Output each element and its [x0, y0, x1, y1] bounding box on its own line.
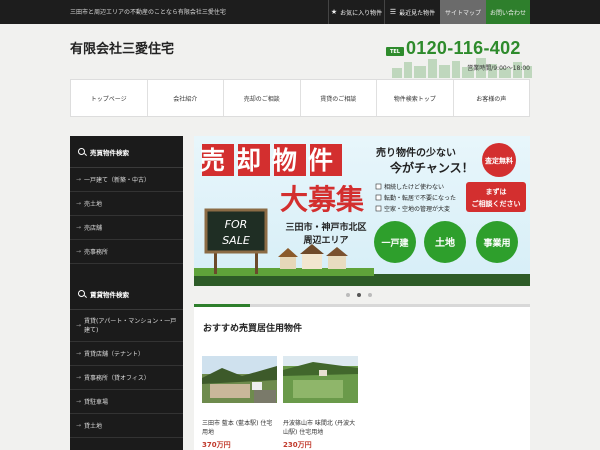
sidebar-item-label: 貸駐車場 [84, 399, 109, 406]
property-card[interactable]: 三田市 藍本 (藍本駅) 住宅用地 370万円 [202, 356, 277, 450]
list-icon: ☰ [389, 8, 397, 16]
banner-graphic: 売却物件 大募集 売り物件の少ない 今がチャンス！ 査定無料 相続したけど使わな… [194, 136, 530, 286]
sidebar-item-label: 売事務所 [84, 249, 109, 256]
sidebar-item-land[interactable]: → 売土地 [70, 192, 183, 216]
sale-search-heading: 売買物件検索 [70, 136, 183, 168]
recent-viewed-link[interactable]: ☰ 最近見た物件 [384, 0, 440, 24]
slide-dot[interactable] [368, 293, 372, 297]
nav-sale-consult[interactable]: 売却のご相談 [224, 80, 301, 116]
arrow-icon: → [76, 422, 82, 429]
arrow-icon: → [76, 248, 82, 255]
section-accent-bar [194, 304, 250, 307]
sidebar-item-rent-land[interactable]: → 貸土地 [70, 414, 183, 438]
sale-search-section: 売買物件検索 → 一戸建て（新築・中古） → 売土地 → 売店舗 → 売事務所 [70, 136, 183, 264]
banner-catch-2: 今がチャンス！ [389, 160, 474, 175]
slider-dots [346, 293, 372, 297]
check-item-2: 転勤・転居で不要になった [384, 194, 456, 202]
site-tagline: 三田市と周辺エリアの不動産のことなら有限会社三愛住宅 [70, 9, 226, 16]
sidebar-item-shop[interactable]: → 売店舗 [70, 216, 183, 240]
contact-link[interactable]: お問い合わせ [486, 0, 530, 24]
star-icon: ★ [330, 8, 338, 16]
sidebar-item-label: 賃貸(アパート・マンション・一戸建て) [84, 317, 177, 334]
sidebar-item-label: 売店舗 [84, 225, 103, 232]
property-card[interactable]: 丹波篠山市 味間北 (丹波大山駅) 住宅用地 230万円 [283, 356, 358, 450]
slide-dot[interactable] [346, 293, 350, 297]
arrow-icon: → [76, 176, 82, 183]
rent-search-heading: 賃貸物件検索 [70, 278, 183, 310]
banner-catch-1: 売り物件の少ない [376, 146, 456, 159]
recommended-properties: おすすめ売買居住用物件 三田市 藍本 (藍本駅) 住宅用地 370万円 丹波篠山… [194, 304, 530, 450]
arrow-icon: → [76, 322, 82, 329]
contact-label: お問い合わせ [489, 9, 526, 17]
property-address: 三田市 藍本 (藍本駅) 住宅用地 [202, 420, 273, 437]
check-item-1: 相続したけど使わない [384, 183, 444, 191]
company-logo[interactable]: 有限会社三愛住宅 [70, 38, 174, 57]
arrow-icon: → [76, 224, 82, 231]
sidebar-item-house[interactable]: → 一戸建て（新築・中古） [70, 168, 183, 192]
sign-text-2: SALE [222, 234, 250, 247]
sidebar-item-label: 賃事務所（貸オフィス） [84, 375, 150, 382]
recent-label: 最近見た物件 [399, 9, 436, 17]
nav-top[interactable]: トップページ [71, 80, 148, 116]
search-icon [78, 148, 85, 155]
property-address: 丹波篠山市 味間北 (丹波大山駅) 住宅用地 [283, 420, 356, 437]
rent-search-section: 賃貸物件検索 → 賃貸(アパート・マンション・一戸建て) → 賃貸店舗（テナント） … [70, 278, 183, 438]
area-text-1: 三田市・神戸市北区 [285, 221, 366, 233]
sale-search-title: 売買物件検索 [90, 148, 129, 157]
sidebar-item-rent-shop[interactable]: → 賃貸店舗（テナント） [70, 342, 183, 366]
arrow-icon: → [76, 374, 82, 381]
tel-badge: TEL [386, 47, 404, 56]
cta-text-2: ご相談ください [472, 199, 521, 208]
slide-dot-active[interactable] [357, 293, 361, 297]
nav-search-top[interactable]: 物件検索トップ [377, 80, 454, 116]
sidebar-item-label: 貸土地 [84, 423, 103, 430]
arrow-icon: → [76, 350, 82, 357]
sitemap-link[interactable]: サイトマップ [440, 0, 486, 24]
check-item-3: 空家・空地の管理が大変 [384, 205, 450, 213]
nav-rent-consult[interactable]: 賃貸のご相談 [301, 80, 377, 116]
property-price: 230万円 [283, 440, 312, 449]
favorites-link[interactable]: ★ お気に入り物件 [328, 0, 384, 24]
sitemap-label: サイトマップ [444, 9, 481, 17]
global-nav: トップページ 会社紹介 売却のご相談 賃貸のご相談 物件検索トップ お客様の声 [70, 79, 530, 117]
search-icon [78, 290, 85, 297]
badge-free-text: 査定無料 [484, 156, 513, 165]
sidebar-item-rent-residence[interactable]: → 賃貸(アパート・マンション・一戸建て) [70, 310, 183, 342]
sidebar-item-label: 一戸建て（新築・中古） [84, 177, 151, 184]
section-title: おすすめ売買居住用物件 [203, 324, 303, 334]
business-hours: 営業時間/9:00～18:00 [467, 65, 530, 72]
nav-company[interactable]: 会社紹介 [148, 80, 224, 116]
sign-text-1: FOR [225, 218, 248, 231]
favorites-label: お気に入り物件 [340, 9, 383, 17]
circle-label-1: 一戸建 [381, 237, 409, 249]
arrow-icon: → [76, 200, 82, 207]
property-price: 370万円 [202, 440, 231, 449]
sidebar-item-rent-office[interactable]: → 賃事務所（貸オフィス） [70, 366, 183, 390]
sidebar-item-parking[interactable]: → 貸駐車場 [70, 390, 183, 414]
nav-voices[interactable]: お客様の声 [454, 80, 530, 116]
banner-headline-2: 大募集 [280, 183, 364, 216]
sidebar: 売買物件検索 → 一戸建て（新築・中古） → 売土地 → 売店舗 → 売事務所 賃貸物件… [70, 136, 183, 450]
property-photo[interactable] [202, 356, 277, 403]
circle-label-3: 事業用 [483, 237, 510, 249]
rent-search-title: 賃貸物件検索 [90, 290, 129, 299]
hero-banner[interactable]: 売却物件 大募集 売り物件の少ない 今がチャンス！ 査定無料 相続したけど使わな… [194, 136, 530, 286]
arrow-icon: → [76, 398, 82, 405]
cta-text-1: まずは [486, 187, 507, 196]
area-text-2: 周辺エリア [303, 235, 348, 246]
sidebar-item-office[interactable]: → 売事務所 [70, 240, 183, 264]
sidebar-item-label: 売土地 [84, 201, 103, 208]
banner-headline-1: 売却物件 [200, 146, 344, 175]
circle-label-2: 土地 [435, 236, 455, 249]
property-photo[interactable] [283, 356, 358, 403]
phone-number[interactable]: 0120-116-402 [406, 38, 521, 59]
top-bar: 三田市と周辺エリアの不動産のことなら有限会社三愛住宅 ★ お気に入り物件 ☰ 最… [0, 0, 600, 24]
sidebar-item-label: 賃貸店舗（テナント） [84, 351, 145, 358]
